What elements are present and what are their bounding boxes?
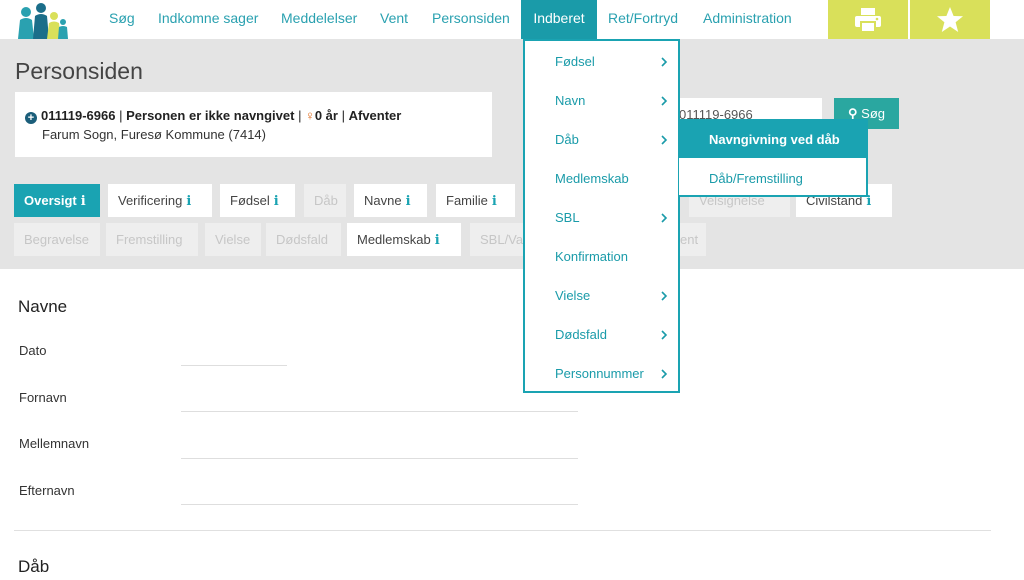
dab-submenu: Navngivning ved dåb Dåb/Fremstilling	[679, 119, 868, 197]
star-icon	[937, 7, 963, 32]
tab-begravelse: Begravelse	[14, 223, 100, 256]
child-icon: ♀	[305, 108, 315, 123]
info-icon: i	[491, 194, 497, 209]
info-icon: i	[273, 194, 279, 209]
top-navigation: Søg Indkomne sager Meddelelser Vent Pers…	[0, 0, 1024, 39]
person-summary-line: +011119-6966 | Personen er ikke navngive…	[25, 108, 401, 124]
submenu-item-dab-fremstilling[interactable]: Dåb/Fremstilling	[709, 171, 803, 186]
tab-dodsfald: Dødsfald	[266, 223, 341, 256]
person-age: 0 år	[314, 108, 338, 123]
nav-item-sog[interactable]: Søg	[109, 0, 135, 39]
tab-partial-right: ent	[676, 223, 706, 256]
date-input[interactable]	[181, 365, 287, 366]
tab-medlemskab[interactable]: Medlemskab i	[347, 223, 461, 256]
info-icon: i	[405, 194, 411, 209]
tab-navne[interactable]: Navne i	[354, 184, 427, 217]
nav-item-indkomne-sager[interactable]: Indkomne sager	[158, 0, 258, 39]
person-cpr: 011119-6966	[41, 108, 116, 123]
person-summary-card: +011119-6966 | Personen er ikke navngive…	[15, 92, 492, 157]
person-status: Afventer	[348, 108, 402, 123]
person-location: Farum Sogn, Furesø Kommune (7414)	[42, 127, 266, 142]
person-name-status: Personen er ikke navngivet	[126, 108, 295, 123]
tab-familie[interactable]: Familie i	[436, 184, 515, 217]
section-title-dab: Dåb	[18, 557, 50, 576]
field-label-efternavn: Efternavn	[19, 483, 75, 498]
nav-item-personsiden[interactable]: Personsiden	[432, 0, 510, 39]
expand-plus-icon[interactable]: +	[25, 112, 37, 124]
field-label-dato: Dato	[19, 343, 47, 358]
chevron-right-icon	[661, 96, 668, 106]
tab-verificering[interactable]: Verificering i	[108, 184, 212, 217]
field-label-fornavn: Fornavn	[19, 390, 67, 405]
chevron-right-icon	[661, 213, 668, 223]
logo-people-icon[interactable]	[14, 2, 70, 39]
fornavn-input[interactable]	[181, 411, 578, 412]
tab-dab: Dåb	[304, 184, 346, 217]
chevron-right-icon	[661, 135, 668, 145]
chevron-right-icon	[661, 330, 668, 340]
section-title-navne: Navne	[18, 297, 68, 316]
nav-item-ret-fortryd[interactable]: Ret/Fortryd	[608, 0, 678, 39]
info-icon: i	[434, 233, 440, 248]
efternavn-input[interactable]	[181, 504, 578, 505]
favorite-button[interactable]	[910, 0, 990, 39]
print-button[interactable]	[828, 0, 908, 39]
chevron-right-icon	[661, 57, 668, 67]
nav-item-vent[interactable]: Vent	[380, 0, 408, 39]
page-title: Personsiden	[15, 58, 143, 84]
printer-icon	[855, 7, 881, 33]
tab-sbl-valg: SBL/Va	[470, 223, 530, 256]
nav-item-meddelelser[interactable]: Meddelelser	[281, 0, 357, 39]
section-divider	[14, 530, 991, 531]
info-icon: i	[80, 194, 86, 209]
tab-fremstilling: Fremstilling	[106, 223, 198, 256]
tab-fodsel[interactable]: Fødsel i	[220, 184, 295, 217]
indberet-dropdown-menu: Fødsel Navn Dåb Medlemskab SBL Konfirmat…	[523, 39, 680, 393]
mellemnavn-input[interactable]	[181, 458, 578, 459]
info-icon: i	[186, 194, 192, 209]
tab-vielse: Vielse	[205, 223, 261, 256]
chevron-right-icon	[661, 291, 668, 301]
nav-item-administration[interactable]: Administration	[703, 0, 792, 39]
nav-item-indberet[interactable]: Indberet	[521, 0, 597, 39]
tab-oversigt[interactable]: Oversigt i	[14, 184, 100, 217]
submenu-item-navngivning-ved-dab[interactable]: Navngivning ved dåb	[679, 121, 866, 158]
chevron-right-icon	[661, 369, 668, 379]
field-label-mellemnavn: Mellemnavn	[19, 436, 90, 451]
